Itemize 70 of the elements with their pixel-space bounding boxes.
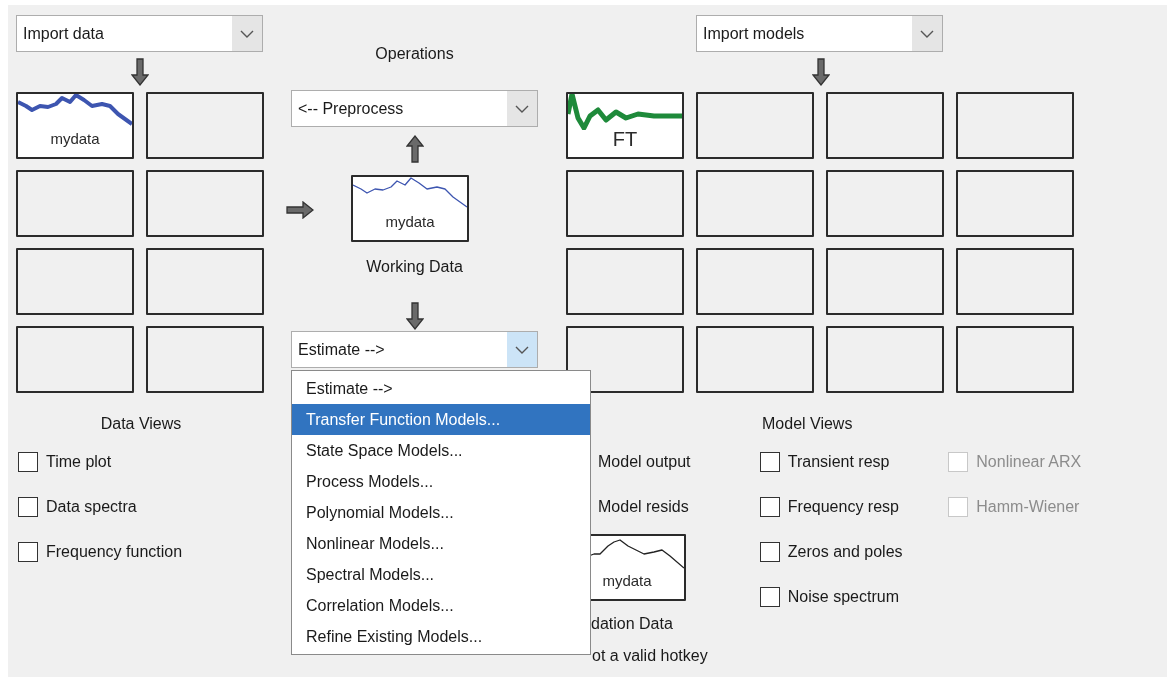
thumbnail-label: mydata [602, 572, 652, 590]
menu-item[interactable]: Estimate --> [292, 373, 590, 404]
section-title: Data Views [100, 415, 182, 433]
checkbox-label[interactable]: Transient resp [787, 452, 890, 471]
chevron-down-icon [515, 345, 529, 354]
checkbox[interactable] [18, 451, 38, 472]
chevron-down-icon [240, 29, 254, 38]
empty-slot[interactable] [956, 170, 1074, 237]
thumbnail-label: FT [612, 130, 638, 148]
checkbox[interactable] [18, 541, 38, 562]
down-arrow-icon [405, 302, 424, 330]
chevron-down-icon [515, 104, 529, 113]
empty-slot[interactable] [16, 248, 134, 315]
empty-slot[interactable] [696, 326, 814, 393]
empty-slot[interactable] [826, 170, 944, 237]
empty-slot[interactable] [696, 170, 814, 237]
checkbox[interactable] [18, 496, 38, 517]
checkbox-label[interactable]: Model output [598, 439, 760, 484]
menu-item[interactable]: Refine Existing Models... [292, 621, 590, 652]
empty-slot[interactable] [826, 326, 944, 393]
down-arrow-icon [812, 58, 830, 86]
plot-thumbnail[interactable]: mydata [16, 92, 134, 159]
empty-slot[interactable] [696, 248, 814, 315]
empty-slot[interactable] [146, 170, 264, 237]
hint-text: ot a valid hotkey [592, 647, 709, 665]
empty-slot[interactable] [826, 92, 944, 159]
chevron-down-icon [920, 29, 934, 38]
empty-slot[interactable] [146, 92, 264, 159]
checkbox-label[interactable]: Data spectra [46, 497, 137, 516]
empty-slot[interactable] [146, 326, 264, 393]
menu-item[interactable]: Polynomial Models... [292, 497, 590, 528]
empty-slot[interactable] [956, 248, 1074, 315]
checkbox-label[interactable]: Frequency function [46, 542, 183, 561]
checkbox-label[interactable]: Zeros and poles [787, 542, 903, 561]
menu-item[interactable]: Process Models... [292, 466, 590, 497]
plot-thumbnail[interactable]: FT [566, 92, 684, 159]
empty-slot[interactable] [146, 248, 264, 315]
section-title: Model Views [762, 415, 853, 432]
checkbox-label[interactable]: Model resids [598, 484, 760, 529]
thumbnail-label: mydata [50, 130, 100, 148]
plot-thumbnail[interactable]: mydata [351, 175, 469, 242]
checkbox[interactable] [759, 496, 780, 517]
checkbox-label[interactable]: Frequency resp [787, 497, 899, 516]
menu-item[interactable]: State Space Models... [292, 435, 590, 466]
checkbox[interactable] [759, 541, 780, 562]
menu-item[interactable]: Transfer Function Models... [292, 404, 590, 435]
empty-slot[interactable] [16, 326, 134, 393]
section-title: Operations [375, 45, 454, 63]
checkbox[interactable] [759, 586, 780, 607]
up-arrow-icon [405, 135, 424, 163]
checkbox-label[interactable]: Time plot [46, 452, 112, 471]
empty-slot[interactable] [566, 248, 684, 315]
working-data-caption: Working Data [366, 258, 463, 276]
dropdown[interactable]: Import models [696, 15, 943, 52]
validation-data-caption: dation Data [591, 615, 674, 633]
right-arrow-icon [286, 201, 314, 219]
empty-slot[interactable] [16, 170, 134, 237]
empty-slot[interactable] [696, 92, 814, 159]
dropdown[interactable]: Import data [16, 15, 263, 52]
checkbox[interactable] [759, 451, 780, 472]
down-arrow-icon [131, 58, 149, 86]
checkbox-label[interactable]: Noise spectrum [787, 587, 899, 606]
thumbnail-label: mydata [385, 213, 435, 231]
empty-slot[interactable] [566, 326, 684, 393]
empty-slot[interactable] [566, 170, 684, 237]
waveform-icon [568, 94, 682, 130]
empty-slot[interactable] [956, 326, 1074, 393]
empty-slot[interactable] [956, 92, 1074, 159]
empty-slot[interactable] [826, 248, 944, 315]
dropdown[interactable]: <-- Preprocess [291, 90, 538, 127]
